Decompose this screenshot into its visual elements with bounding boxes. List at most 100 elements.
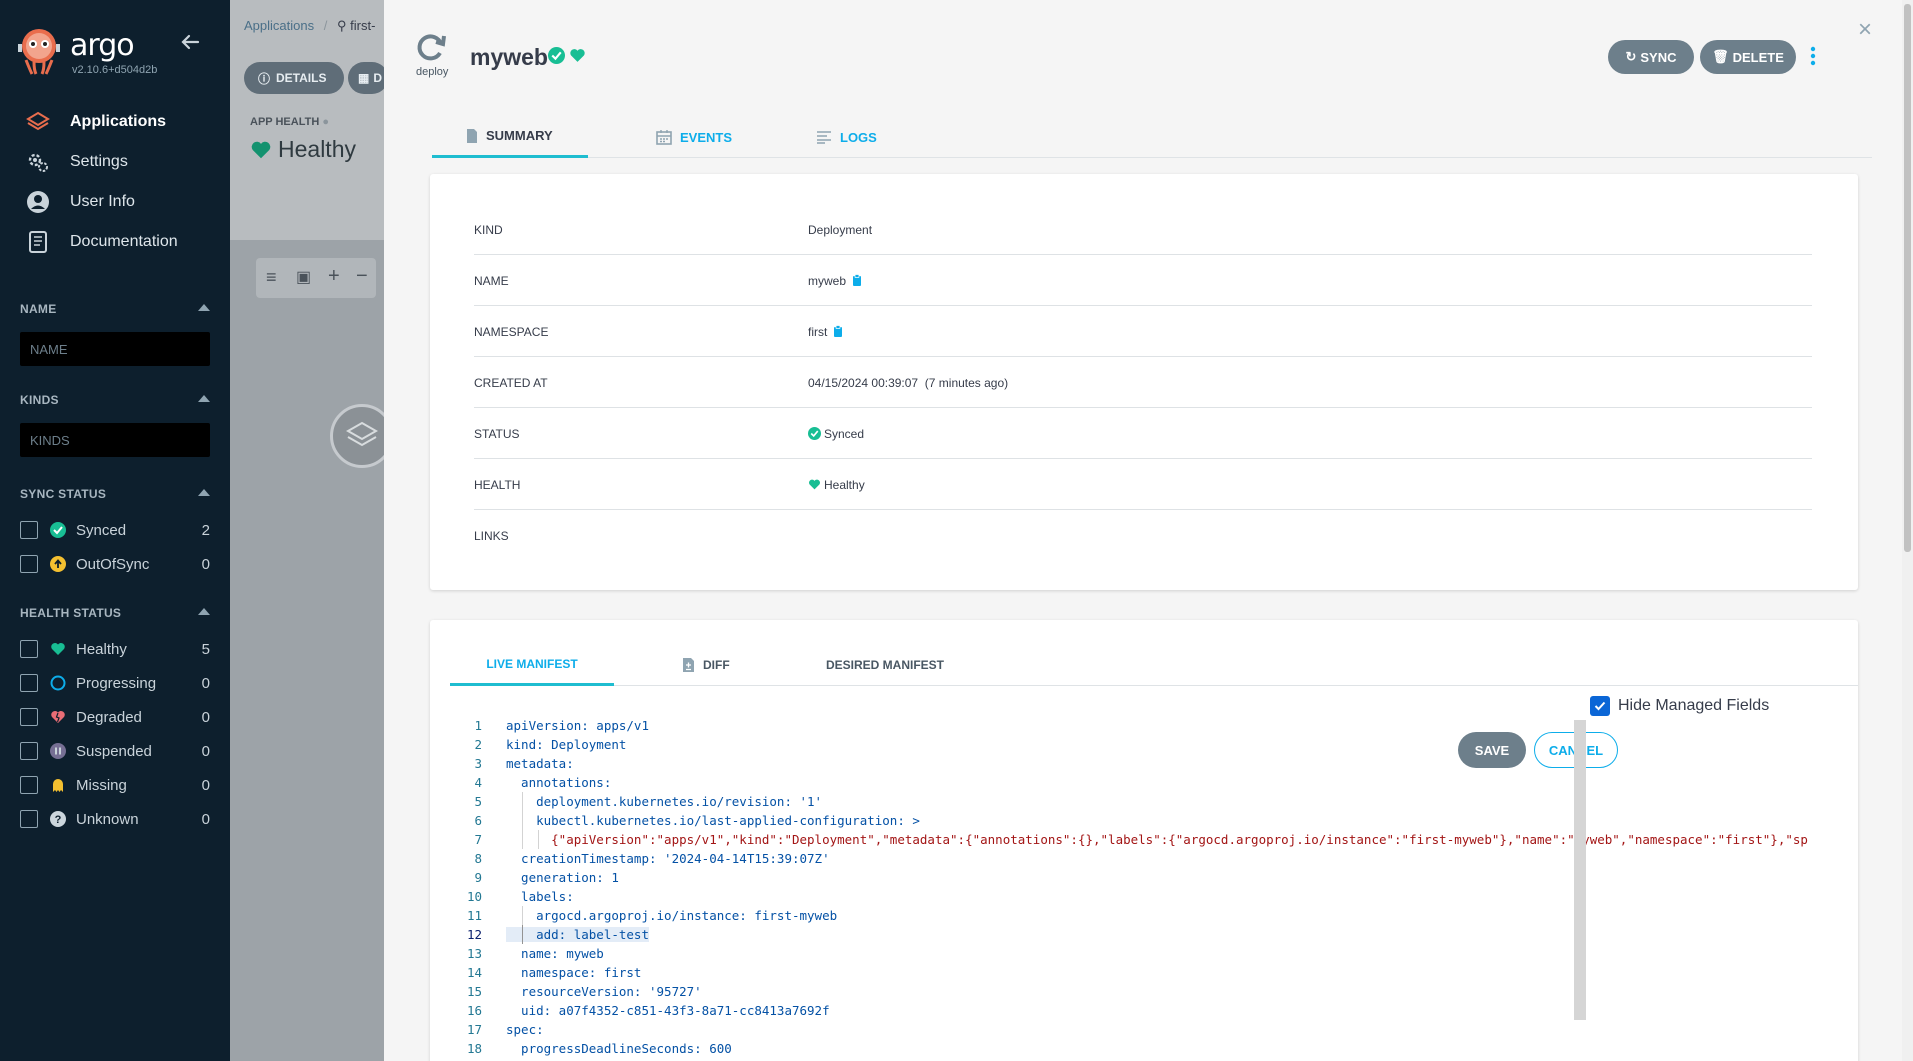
book-icon: [26, 230, 50, 254]
breadcrumb-app-name[interactable]: first-: [350, 18, 375, 33]
collapse-caret-icon[interactable]: [198, 395, 210, 402]
health-value: Healthy: [824, 477, 865, 492]
align-left-icon: [817, 131, 831, 144]
arrow-up-circle-icon: [50, 556, 66, 572]
code-line: 9 generation: 1: [450, 868, 1858, 887]
copy-clipboard-icon[interactable]: [833, 325, 843, 338]
page-scrollbar[interactable]: [1902, 0, 1913, 1061]
collapse-caret-icon[interactable]: [198, 304, 210, 311]
code-text: spec:: [506, 1022, 544, 1037]
sync-icon: ↻: [1625, 49, 1637, 64]
checkbox[interactable]: [20, 521, 38, 539]
filter-option-outofsync[interactable]: OutOfSync 0: [20, 547, 210, 581]
kinds-filter-input[interactable]: [20, 423, 210, 457]
summary-value: 04/15/2024 00:39:07 (7 minutes ago): [808, 357, 1008, 408]
code-text: name: myweb: [506, 946, 604, 961]
broken-heart-icon: [50, 709, 66, 725]
tab-summary[interactable]: SUMMARY: [432, 116, 588, 158]
checkbox[interactable]: [20, 708, 38, 726]
zoom-out-icon[interactable]: −: [356, 265, 368, 288]
checkbox[interactable]: [20, 555, 38, 573]
checkbox[interactable]: [20, 674, 38, 692]
filter-option-unknown[interactable]: ? Unknown 0: [20, 802, 210, 836]
code-line: 11 argocd.argoproj.io/instance: first-my…: [450, 906, 1858, 925]
breadcrumb: Applications / ⚲ first-: [244, 18, 375, 34]
collapse-caret-icon[interactable]: [198, 489, 210, 496]
tab-events-label: EVENTS: [680, 129, 733, 145]
delete-button[interactable]: 🗑 DELETE: [1700, 40, 1796, 74]
save-button[interactable]: SAVE: [1458, 732, 1526, 768]
tab-logs[interactable]: LOGS: [816, 116, 877, 158]
code-text: kind: Deployment: [506, 737, 627, 752]
line-number: 18: [466, 1041, 482, 1056]
summary-row: NAMESPACE first: [474, 306, 1812, 357]
tab-events[interactable]: EVENTS: [656, 116, 732, 158]
main-nav: Applications Settings User Info Document…: [0, 102, 230, 262]
collapse-caret-icon[interactable]: [198, 608, 210, 615]
copy-clipboard-icon[interactable]: [852, 274, 862, 287]
fit-screen-icon[interactable]: ▣: [296, 267, 311, 287]
code-line: 15 resourceVersion: '95727': [450, 982, 1858, 1001]
filter-option-healthy[interactable]: Healthy 5: [20, 632, 210, 666]
code-text: kubectl.kubernetes.io/last-applied-confi…: [506, 813, 920, 828]
diff-button-label: D: [373, 71, 383, 85]
filter-option-degraded[interactable]: Degraded 0: [20, 700, 210, 734]
name-filter-input[interactable]: [20, 332, 210, 366]
created-at-value: 04/15/2024 00:39:07 (7 minutes ago): [808, 375, 1009, 390]
scrollbar-thumb[interactable]: [1904, 4, 1911, 552]
list-view-icon[interactable]: ≡: [266, 267, 277, 288]
trash-icon: 🗑: [1712, 49, 1729, 64]
close-icon[interactable]: ×: [1858, 16, 1872, 44]
tab-live-manifest-label: LIVE MANIFEST: [486, 656, 578, 671]
code-line: 17 spec:: [450, 1020, 1858, 1039]
info-icon: ⓘ: [258, 71, 271, 86]
logo[interactable]: argo v2.10.6+d504d2b: [18, 26, 238, 86]
checkbox[interactable]: [20, 640, 38, 658]
summary-key: NAME: [474, 273, 509, 288]
tab-desired-manifest[interactable]: DESIRED MANIFEST: [826, 644, 944, 686]
nav-item-documentation[interactable]: Documentation: [0, 222, 230, 262]
nav-item-settings[interactable]: Settings: [0, 142, 230, 182]
breadcrumb-applications-link[interactable]: Applications: [244, 18, 314, 33]
gears-icon: [26, 150, 50, 174]
filter-label: Missing: [76, 776, 127, 794]
hide-managed-fields-toggle[interactable]: Hide Managed Fields: [1590, 696, 1769, 716]
line-number: 7: [474, 832, 482, 847]
help-icon: ●: [322, 116, 329, 128]
filter-label: Synced: [76, 521, 127, 539]
details-button[interactable]: ⓘ DETAILS: [244, 62, 344, 94]
code-text: generation: 1: [506, 870, 619, 885]
filter-option-synced[interactable]: Synced 2: [20, 513, 210, 547]
namespace-value: first: [808, 324, 828, 339]
line-number: 13: [466, 946, 482, 961]
more-options-icon[interactable]: [1810, 46, 1816, 66]
nav-item-applications[interactable]: Applications: [0, 102, 230, 142]
code-line: 6 kubectl.kubernetes.io/last-applied-con…: [450, 811, 1858, 830]
editor-scrollbar[interactable]: [1574, 720, 1586, 1020]
health-status-filter: HEALTH STATUS Healthy 5 Progressing 0 De…: [20, 606, 210, 836]
nav-item-user-info[interactable]: User Info: [0, 182, 230, 222]
line-number: 5: [474, 794, 482, 809]
checkbox[interactable]: [20, 810, 38, 828]
filter-option-suspended[interactable]: Suspended 0: [20, 734, 210, 768]
checkbox[interactable]: [20, 776, 38, 794]
health-status-title: HEALTH STATUS: [20, 606, 122, 620]
yaml-editor[interactable]: 1 apiVersion: apps/v1 2 kind: Deployment 3…: [450, 716, 1858, 1061]
tab-diff[interactable]: DIFF: [682, 644, 730, 686]
diff-button[interactable]: ▦ D: [348, 62, 388, 94]
filter-count: 0: [201, 742, 210, 760]
tab-live-manifest[interactable]: LIVE MANIFEST: [450, 644, 614, 686]
filter-option-progressing[interactable]: Progressing 0: [20, 666, 210, 700]
filter-count: 0: [201, 776, 210, 794]
checkbox[interactable]: [20, 742, 38, 760]
code-line: 5 deployment.kubernetes.io/revision: '1': [450, 792, 1858, 811]
sync-button[interactable]: ↻ SYNC: [1608, 40, 1694, 74]
zoom-in-icon[interactable]: +: [328, 265, 340, 288]
collapse-sidebar-arrow-icon[interactable]: [180, 32, 200, 52]
filter-option-missing[interactable]: Missing 0: [20, 768, 210, 802]
code-line: 10 labels:: [450, 887, 1858, 906]
code-text: uid: a07f4352-c851-43f3-8a71-cc8413a7692…: [506, 1003, 830, 1018]
summary-row: HEALTH Healthy: [474, 459, 1812, 510]
checked-checkbox-icon[interactable]: [1590, 696, 1610, 716]
code-text: argocd.argoproj.io/instance: first-myweb: [506, 908, 838, 923]
